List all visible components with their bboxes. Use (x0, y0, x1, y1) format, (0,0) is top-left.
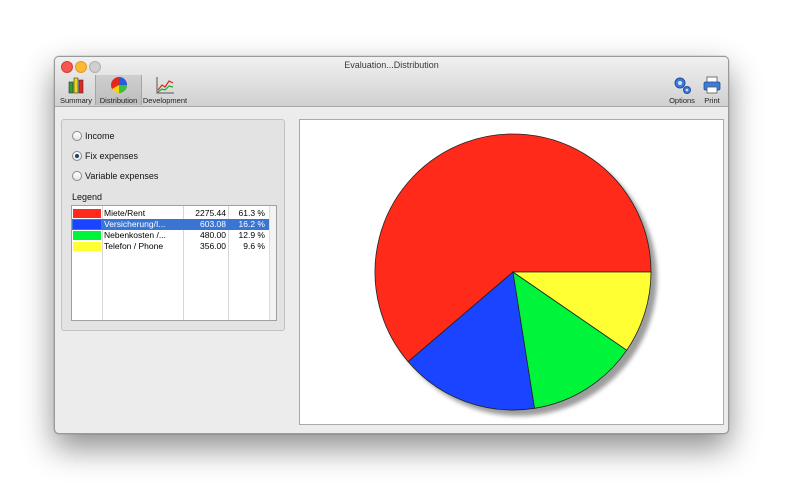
radio-button[interactable] (72, 131, 82, 141)
radio-income[interactable]: Income (72, 129, 115, 143)
printer-icon (703, 76, 721, 94)
color-swatch (73, 242, 101, 251)
distribution-label: Distribution (99, 96, 138, 105)
radio-button[interactable] (72, 151, 82, 161)
legend-row[interactable]: Miete/Rent 2275.44 61.3 % (72, 208, 270, 219)
legend-name: Telefon / Phone (104, 241, 164, 251)
options-button[interactable]: Options (666, 75, 698, 105)
chart-area (299, 119, 724, 425)
legend-percent: 16.2 % (238, 219, 265, 229)
print-button[interactable]: Print (698, 75, 726, 105)
radio-income-label: Income (85, 131, 115, 141)
legend-name: Nebenkosten /... (104, 230, 166, 240)
radio-variable-expenses[interactable]: Variable expenses (72, 169, 158, 183)
legend-percent: 12.9 % (238, 230, 265, 240)
radio-variable-expenses-label: Variable expenses (85, 171, 159, 181)
legend-scrollbar[interactable] (269, 206, 276, 320)
legend-name: Versicherung/I... (104, 219, 166, 229)
pie-chart (374, 133, 657, 416)
legend-row[interactable]: Telefon / Phone 356.00 9.6 % (72, 241, 270, 252)
color-swatch (73, 231, 101, 240)
options-label: Options (669, 96, 695, 105)
development-chart-icon (156, 77, 174, 94)
legend-percent: 61.3 % (238, 208, 265, 218)
window-title: Evaluation...Distribution (344, 60, 439, 70)
legend-percent: 9.6 % (243, 241, 265, 251)
distribution-button[interactable]: Distribution (95, 75, 142, 105)
color-swatch (73, 209, 101, 218)
distribution-pie-icon (110, 77, 127, 94)
app-window: Evaluation...Distribution Summary Distri… (54, 56, 729, 434)
legend-amount: 356.00 (200, 241, 226, 251)
radio-fix-expenses[interactable]: Fix expenses (72, 149, 138, 163)
gears-icon (674, 77, 691, 94)
development-button[interactable]: Development (141, 75, 189, 105)
legend-amount: 603.08 (200, 219, 226, 229)
summary-icon (68, 77, 84, 94)
legend-title: Legend (72, 192, 103, 202)
legend-table[interactable]: Miete/Rent 2275.44 61.3 % Versicherung/I… (71, 205, 277, 321)
summary-button[interactable]: Summary (57, 75, 95, 105)
print-label: Print (704, 96, 720, 105)
legend-amount: 2275.44 (195, 208, 226, 218)
title-bar: Evaluation...Distribution Summary Distri… (55, 57, 728, 107)
legend-row[interactable]: Nebenkosten /... 480.00 12.9 % (72, 230, 270, 241)
summary-label: Summary (59, 96, 93, 105)
options-panel: Income Fix expenses Variable expenses Le… (61, 119, 285, 331)
color-swatch (73, 220, 101, 229)
legend-row[interactable]: Versicherung/I... 603.08 16.2 % (72, 219, 270, 230)
radio-fix-expenses-label: Fix expenses (85, 151, 139, 161)
legend-amount: 480.00 (200, 230, 226, 240)
development-label: Development (142, 96, 188, 105)
legend-name: Miete/Rent (104, 208, 146, 218)
radio-button[interactable] (72, 171, 82, 181)
